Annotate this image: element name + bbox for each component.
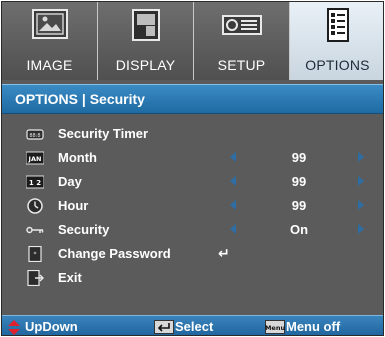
menu-item-day[interactable]: 1 2 Day 99 <box>2 171 383 193</box>
menu-item-hour[interactable]: Hour 99 <box>2 195 383 217</box>
menu-item-label: Month <box>58 150 97 165</box>
menu-item-security[interactable]: Security On <box>2 219 383 241</box>
security-value: On <box>289 222 309 237</box>
clock-icon <box>27 198 43 214</box>
menu-item-month[interactable]: JAN Month 99 <box>2 147 383 169</box>
svg-text:88:8: 88:8 <box>29 133 40 139</box>
updown-hint: UpDown <box>25 319 78 334</box>
hour-value: 99 <box>291 198 307 213</box>
tab-image[interactable]: IMAGE <box>2 2 98 80</box>
day-value: 99 <box>291 174 307 189</box>
menu-item-change-password[interactable]: * Change Password ↵ <box>2 243 383 265</box>
image-icon <box>31 9 68 39</box>
key-icon <box>26 226 44 234</box>
svg-text:Menu: Menu <box>265 324 285 332</box>
enter-key-icon <box>154 320 174 334</box>
svg-text:1 2: 1 2 <box>29 179 41 187</box>
svg-text:*: * <box>34 251 37 258</box>
calendar-month-icon: JAN <box>26 151 44 165</box>
section-header: OPTIONS | Security <box>2 84 383 114</box>
updown-icon <box>8 320 20 335</box>
increase-arrow-icon[interactable] <box>358 224 364 234</box>
decrease-arrow-icon[interactable] <box>230 224 236 234</box>
menu-off-hint: Menu off <box>286 319 341 334</box>
decrease-arrow-icon[interactable] <box>230 200 236 210</box>
projector-osd-menu: IMAGE DISPLAY SETUP OPTIONS OPTIONS | Se… <box>1 1 384 336</box>
exit-icon <box>27 270 44 286</box>
section-title: OPTIONS | Security <box>15 91 145 107</box>
calendar-day-icon: 1 2 <box>26 175 44 189</box>
menu-item-label: Exit <box>58 270 82 285</box>
increase-arrow-icon[interactable] <box>358 176 364 186</box>
decrease-arrow-icon[interactable] <box>230 152 236 162</box>
menu-item-security-timer[interactable]: 88:8 Security Timer <box>2 123 383 145</box>
tab-options-label: OPTIONS <box>305 57 370 73</box>
timer-icon: 88:8 <box>26 129 44 140</box>
setup-icon <box>221 15 262 35</box>
month-value: 99 <box>291 150 307 165</box>
svg-text:JAN: JAN <box>28 155 42 163</box>
menu-item-label: Security <box>58 222 110 237</box>
menu-item-exit[interactable]: Exit <box>2 267 383 289</box>
footer-hint-bar: UpDown Select Menu Menu off <box>2 315 383 335</box>
tab-display[interactable]: DISPLAY <box>98 2 194 80</box>
tab-image-label: IMAGE <box>26 57 73 73</box>
password-icon: * <box>28 246 42 262</box>
enter-icon[interactable]: ↵ <box>218 245 230 262</box>
menu-tabs: IMAGE DISPLAY SETUP OPTIONS <box>2 2 383 80</box>
menu-item-label: Security Timer <box>58 126 149 141</box>
select-hint: Select <box>175 319 214 334</box>
tab-setup[interactable]: SETUP <box>194 2 290 80</box>
menu-item-label: Hour <box>58 198 89 213</box>
options-icon <box>326 8 349 42</box>
display-icon <box>131 9 160 41</box>
menu-item-label: Change Password <box>58 246 171 261</box>
increase-arrow-icon[interactable] <box>358 200 364 210</box>
tab-setup-label: SETUP <box>217 57 266 73</box>
tab-options[interactable]: OPTIONS <box>290 2 383 80</box>
tab-display-label: DISPLAY <box>115 57 176 73</box>
increase-arrow-icon[interactable] <box>358 152 364 162</box>
menu-item-label: Day <box>58 174 82 189</box>
decrease-arrow-icon[interactable] <box>230 176 236 186</box>
menu-key-icon: Menu <box>265 320 285 334</box>
